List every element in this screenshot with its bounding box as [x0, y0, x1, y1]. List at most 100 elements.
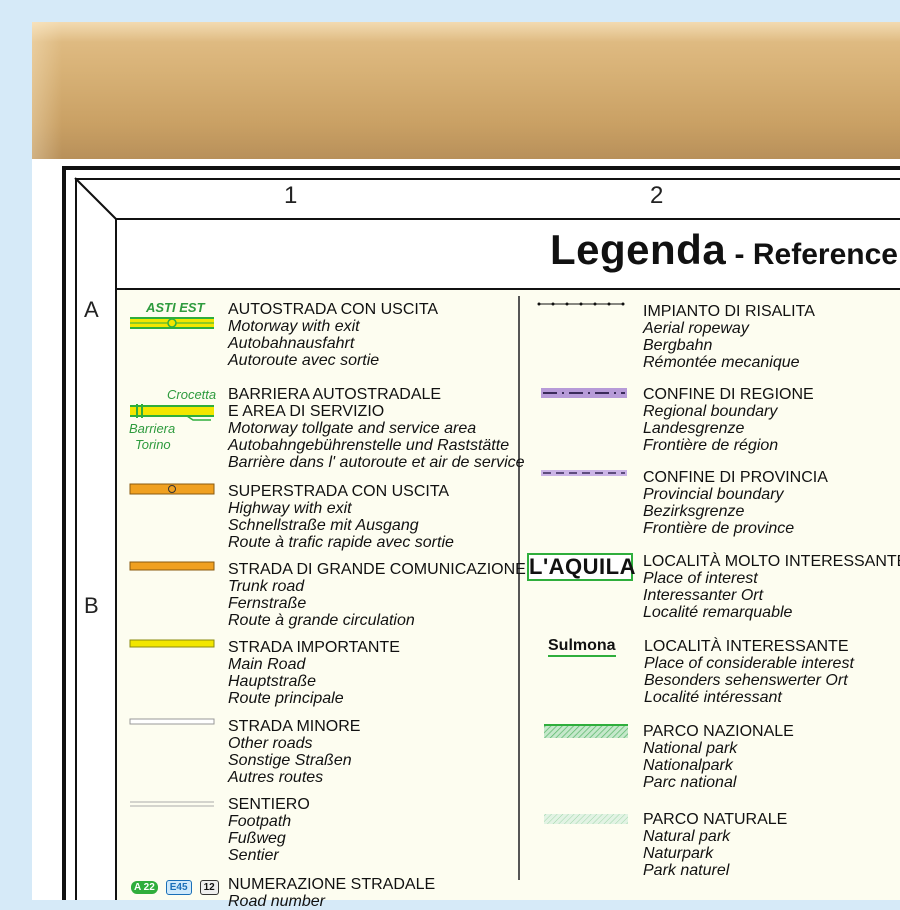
entry-line: Regional boundary: [643, 403, 778, 420]
legend-title-sub: - Reference -: [726, 238, 900, 271]
province-boundary-symbol: [541, 470, 627, 476]
entry-line: Hauptstraße: [228, 673, 317, 690]
entry-line: Bezirksgrenze: [643, 503, 745, 520]
legend-entry-highway: SUPERSTRADA CON USCITA Highway with exit…: [228, 483, 454, 551]
entry-line: Other roads: [228, 735, 313, 752]
entry-heading: IMPIANTO DI RISALITA: [643, 303, 815, 320]
ropeway-symbol: [537, 302, 625, 306]
entry-line: Trunk road: [228, 578, 305, 595]
main-road-symbol: [129, 639, 215, 648]
entry-line: Localité remarquable: [643, 604, 793, 621]
legend-title: Legenda - Reference -: [550, 226, 900, 274]
entry-line: Landesgrenze: [643, 420, 745, 437]
exit-label: ASTI EST: [146, 300, 205, 315]
entry-line: Nationalpark: [643, 757, 733, 774]
toll-label-bottom-2: Torino: [135, 437, 171, 452]
entry-line: Frontière de région: [643, 437, 779, 454]
trunk-road-symbol: [129, 561, 215, 571]
entry-line: Route principale: [228, 690, 344, 707]
entry-line: Place of interest: [643, 570, 758, 587]
entry-line: Route à grande circulation: [228, 612, 415, 629]
legend-entry-footpath: SENTIERO Footpath Fußweg Sentier: [228, 796, 310, 864]
legend-entry-trunk-road: STRADA DI GRANDE COMUNICAZIONE Trunk roa…: [228, 561, 526, 629]
tollgate-symbol: [130, 404, 214, 421]
legend-entry-province-boundary: CONFINE DI PROVINCIA Provincial boundary…: [643, 469, 828, 537]
entry-line: Footpath: [228, 813, 292, 830]
entry-line: Autres routes: [228, 769, 324, 786]
entry-line: National park: [643, 740, 738, 757]
road-number-badges: A 22 E45 12: [131, 877, 227, 895]
entry-line: Park naturel: [643, 862, 730, 879]
major-place-label: L'AQUILA: [529, 554, 636, 579]
toll-label-top: Crocetta: [167, 387, 217, 402]
entry-line: Schnellstraße mit Ausgang: [228, 517, 419, 534]
entry-line: Place of considerable interest: [644, 655, 854, 672]
highway-exit-symbol: [129, 483, 215, 495]
entry-heading: PARCO NAZIONALE: [643, 723, 794, 740]
entry-heading-2: E AREA DI SERVIZIO: [228, 403, 385, 420]
entry-line: Main Road: [228, 656, 306, 673]
legend-entry-region-boundary: CONFINE DI REGIONE Regional boundary Lan…: [643, 386, 814, 454]
entry-line: Sonstige Straßen: [228, 752, 352, 769]
row-letter-a: A: [84, 297, 99, 322]
region-boundary-symbol: [541, 388, 627, 398]
entry-line: Fernstraße: [228, 595, 307, 612]
entry-line: Motorway with exit: [228, 318, 360, 335]
entry-line: Aerial ropeway: [643, 320, 749, 337]
entry-heading: BARRIERA AUTOSTRADALE: [228, 386, 442, 403]
entry-line: Sentier: [228, 847, 279, 864]
entry-line: Motorway tollgate and service area: [228, 420, 477, 437]
entry-line: Fußweg: [228, 830, 286, 847]
row-letter-b: B: [84, 593, 99, 618]
national-park-symbol: [544, 724, 628, 738]
entry-line: Rémontée mecanique: [643, 354, 800, 371]
entry-line: Road number: [228, 893, 325, 910]
legend-entry-road-number: NUMERAZIONE STRADALE Road number: [228, 876, 435, 910]
entry-heading: LOCALITÀ MOLTO INTERESSANTE: [643, 553, 900, 570]
entry-heading: AUTOSTRADA CON USCITA: [228, 301, 439, 318]
entry-heading: CONFINE DI PROVINCIA: [643, 469, 828, 486]
natural-park-symbol: [544, 814, 628, 824]
entry-line: Localité intéressant: [644, 689, 782, 706]
entry-line: Autobahnausfahrt: [228, 335, 355, 352]
entry-line: Barrière dans l' autoroute et air de ser…: [228, 454, 525, 471]
entry-heading: STRADA IMPORTANTE: [228, 639, 400, 656]
badge-motorway: A 22: [131, 881, 158, 894]
legend-entry-minor-road: STRADA MINORE Other roads Sonstige Straß…: [228, 718, 360, 786]
legend-entry-main-road: STRADA IMPORTANTE Main Road Hauptstraße …: [228, 639, 400, 707]
entry-line: Natural park: [643, 828, 731, 845]
entry-heading: PARCO NATURALE: [643, 811, 788, 828]
entry-line: Autoroute avec sortie: [228, 352, 380, 369]
entry-heading: STRADA MINORE: [228, 718, 361, 735]
minor-place-label: Sulmona: [548, 637, 616, 657]
footpath-symbol: [130, 801, 214, 807]
toll-label-bottom-1: Barriera: [129, 421, 176, 436]
entry-line: Naturpark: [643, 845, 714, 862]
legend-entry-natural-park: PARCO NATURALE Natural park Naturpark Pa…: [643, 811, 787, 879]
entry-line: Provincial boundary: [643, 486, 784, 503]
legend-title-main: Legenda: [550, 226, 727, 273]
entry-heading: NUMERAZIONE STRADALE: [228, 876, 436, 893]
legend-entry-ropeway: IMPIANTO DI RISALITA Aerial ropeway Berg…: [643, 303, 815, 371]
column-number-1: 1: [284, 182, 298, 209]
badge-state: 12: [199, 880, 219, 895]
entry-heading: STRADA DI GRANDE COMUNICAZIONE: [228, 561, 526, 578]
minor-road-symbol: [129, 718, 215, 725]
column-number-2: 2: [650, 182, 664, 209]
legend-entry-tollgate: BARRIERA AUTOSTRADALE E AREA DI SERVIZIO…: [228, 386, 525, 471]
entry-line: Parc national: [643, 774, 737, 791]
entry-line: Highway with exit: [228, 500, 352, 517]
entry-line: Besonders sehenswerter Ort: [644, 672, 848, 689]
entry-line: Frontière de province: [643, 520, 795, 537]
entry-line: Route à trafic rapide avec sortie: [228, 534, 454, 551]
legend-entry-major-place: LOCALITÀ MOLTO INTERESSANTE Place of int…: [643, 553, 900, 621]
legend-entry-national-park: PARCO NAZIONALE National park Nationalpa…: [643, 723, 794, 791]
entry-heading: SUPERSTRADA CON USCITA: [228, 483, 450, 500]
entry-heading: CONFINE DI REGIONE: [643, 386, 814, 403]
legend-entry-motorway: AUTOSTRADA CON USCITA Motorway with exit…: [228, 301, 438, 369]
badge-european: E45: [165, 880, 192, 895]
entry-heading: LOCALITÀ INTERESSANTE: [644, 638, 849, 655]
entry-line: Autobahngebührenstelle und Raststätte: [228, 437, 510, 454]
entry-line: Interessanter Ort: [643, 587, 764, 604]
major-place-box: L'AQUILA: [527, 553, 636, 581]
